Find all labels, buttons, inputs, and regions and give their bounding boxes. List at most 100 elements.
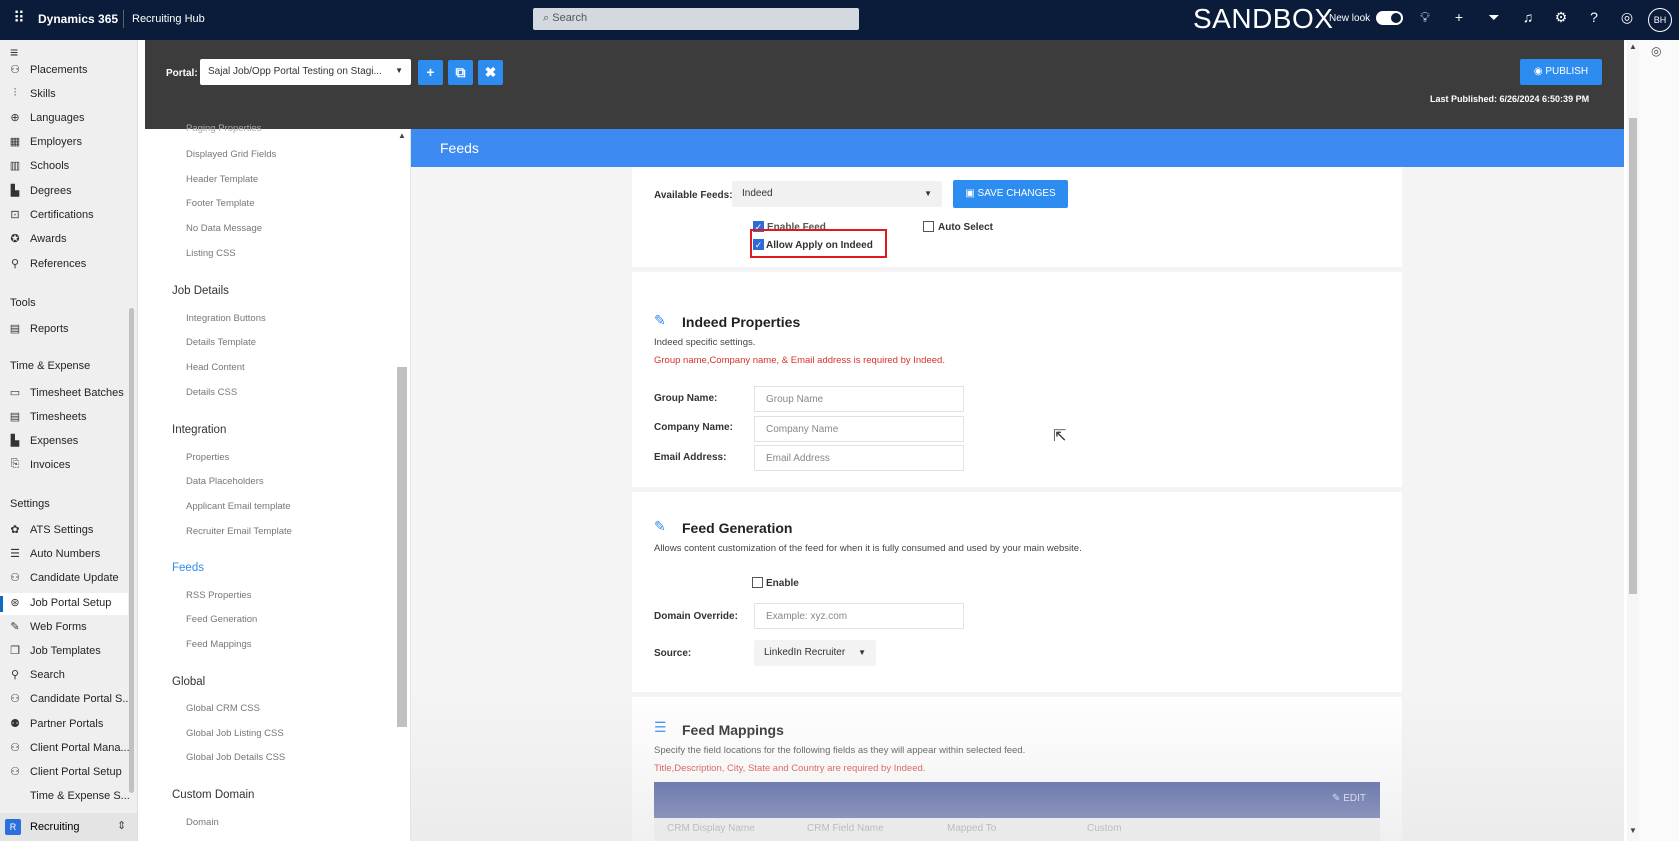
nav-item-expenses[interactable]: ▙ Expenses: [0, 431, 128, 453]
section-item[interactable]: Displayed Grid Fields: [186, 149, 276, 160]
mappings-list-icon: ☰: [654, 719, 667, 735]
save-icon: ▣: [965, 188, 975, 199]
timesheets-icon: ▤: [9, 411, 21, 423]
nav-item-timesheets[interactable]: ▤ Timesheets: [0, 407, 128, 429]
lightbulb-icon[interactable]: 💡︎: [1415, 9, 1435, 26]
section-item[interactable]: Head Content: [186, 362, 245, 373]
section-heading-custom-domain[interactable]: Custom Domain: [172, 789, 254, 801]
nav-item-candidate-portal[interactable]: ⚇ Candidate Portal S...: [0, 689, 131, 711]
section-nav-scrollbar[interactable]: [397, 367, 407, 727]
app-launcher-icon[interactable]: ⠿: [8, 8, 30, 30]
section-item[interactable]: Recruiter Email Template: [186, 526, 292, 537]
section-item[interactable]: Global Job Details CSS: [186, 752, 285, 763]
main-scrollbar[interactable]: ▲ ▼: [1627, 40, 1639, 841]
nav-item-web-forms[interactable]: ✎ Web Forms: [0, 617, 128, 639]
nav-item-references[interactable]: ⚲ References: [0, 254, 128, 276]
section-item[interactable]: Header Template: [186, 174, 258, 185]
nav-item-skills[interactable]: ⫶ Skills: [0, 84, 128, 106]
scroll-up-icon[interactable]: ▲: [1629, 42, 1637, 51]
global-search-input[interactable]: ⌕ Search: [533, 8, 859, 30]
group-name-input[interactable]: Group Name: [754, 386, 964, 412]
company-name-input[interactable]: Company Name: [754, 416, 964, 442]
section-item[interactable]: Feed Generation: [186, 614, 257, 625]
nav-item-placements[interactable]: ⚇ Placements: [0, 60, 128, 82]
nav-item-search[interactable]: ⚲ Search: [0, 665, 128, 687]
copilot-icon[interactable]: ◎: [1617, 9, 1637, 26]
nav-item-certifications[interactable]: ⊡ Certifications: [0, 205, 128, 227]
email-address-input[interactable]: Email Address: [754, 445, 964, 471]
section-item[interactable]: Details Template: [186, 337, 256, 348]
enable-generation-checkbox[interactable]: [752, 577, 763, 588]
section-item[interactable]: RSS Properties: [186, 590, 251, 601]
nav-item-schools[interactable]: ▥ Schools: [0, 156, 128, 178]
section-item[interactable]: Integration Buttons: [186, 313, 266, 324]
area-switcher[interactable]: R Recruiting ⇕: [0, 813, 137, 841]
nav-item-timesheet-batches[interactable]: ▭ Timesheet Batches: [0, 383, 128, 405]
nav-item-reports[interactable]: ▤ Reports: [0, 319, 128, 341]
nav-item-candidate-update[interactable]: ⚇ Candidate Update: [0, 568, 128, 590]
hamburger-icon[interactable]: ≡: [10, 44, 18, 60]
help-icon[interactable]: ?: [1584, 9, 1604, 25]
gear-icon[interactable]: ⚙: [1551, 9, 1571, 26]
scroll-down-icon[interactable]: ▼: [1629, 826, 1637, 835]
auto-select-checkbox[interactable]: [923, 221, 934, 232]
edit-label: EDIT: [1343, 793, 1366, 804]
group-name-label: Group Name:: [654, 393, 718, 404]
section-item[interactable]: Properties: [186, 452, 229, 463]
column-header: CRM Display Name: [667, 823, 755, 834]
section-item[interactable]: Details CSS: [186, 387, 237, 398]
timesheet-batches-icon: ▭: [9, 387, 21, 399]
section-heading-integration[interactable]: Integration: [172, 424, 226, 436]
available-feeds-select[interactable]: Indeed ▼: [732, 181, 942, 207]
nav-item-partner-portals[interactable]: ⚉ Partner Portals: [0, 714, 128, 736]
avatar[interactable]: BH: [1648, 8, 1672, 32]
section-item[interactable]: Global CRM CSS: [186, 703, 260, 714]
section-heading-global[interactable]: Global: [172, 676, 205, 688]
section-heading-job-details[interactable]: Job Details: [172, 285, 229, 297]
section-item[interactable]: No Data Message: [186, 223, 262, 234]
publish-button[interactable]: ◉ PUBLISH: [1520, 59, 1602, 85]
nav-item-degrees[interactable]: ▙ Degrees: [0, 181, 128, 203]
nav-item-languages[interactable]: ⊕ Languages: [0, 108, 128, 130]
portal-select[interactable]: Sajal Job/Opp Portal Testing on Stagi...…: [200, 59, 411, 85]
nav-item-ats-settings[interactable]: ✿ ATS Settings: [0, 520, 128, 542]
bell-icon[interactable]: ♫: [1518, 9, 1538, 25]
section-item[interactable]: Feed Mappings: [186, 639, 251, 650]
nav-item-invoices[interactable]: ⎘ Invoices: [0, 455, 128, 477]
domain-override-input[interactable]: Example: xyz.com: [754, 603, 964, 629]
left-nav-scrollbar[interactable]: [129, 308, 134, 793]
brand-title[interactable]: Dynamics 365: [38, 12, 118, 26]
add-portal-button[interactable]: +: [418, 60, 443, 85]
edit-button[interactable]: ✎ EDIT: [1332, 793, 1366, 804]
certifications-icon: ⊡: [10, 209, 20, 221]
scrollbar-thumb[interactable]: [1629, 118, 1637, 594]
section-item[interactable]: Footer Template: [186, 198, 254, 209]
nav-item-job-portal-setup[interactable]: ⊛ Job Portal Setup: [0, 593, 128, 615]
section-item[interactable]: Paging Properties: [186, 123, 262, 134]
nav-item-job-templates[interactable]: ❐ Job Templates: [0, 641, 128, 663]
nav-heading-time-expense: Time & Expense: [10, 360, 91, 372]
section-item[interactable]: Global Job Listing CSS: [186, 728, 284, 739]
plus-icon[interactable]: +: [1449, 9, 1469, 25]
section-heading-feeds[interactable]: Feeds: [172, 562, 204, 574]
delete-portal-button[interactable]: ✖: [478, 60, 503, 85]
nav-item-awards[interactable]: ✪ Awards: [0, 229, 128, 251]
app-name[interactable]: Recruiting Hub: [132, 13, 205, 25]
filter-icon[interactable]: ⏷: [1484, 9, 1504, 26]
scroll-up-icon[interactable]: ▲: [398, 131, 406, 140]
section-item[interactable]: Applicant Email template: [186, 501, 291, 512]
copilot-icon[interactable]: ◎: [1651, 44, 1661, 58]
nav-item-employers[interactable]: ▦ Employers: [0, 132, 128, 154]
copy-portal-button[interactable]: ⧉: [448, 60, 473, 85]
save-changes-button[interactable]: ▣ SAVE CHANGES: [953, 180, 1068, 208]
source-select[interactable]: LinkedIn Recruiter ▼: [754, 640, 876, 666]
edit-form-icon: ✎: [10, 621, 20, 633]
new-look-toggle[interactable]: [1376, 11, 1403, 25]
nav-item-auto-numbers[interactable]: ☰ Auto Numbers: [0, 544, 128, 566]
nav-item-time-expense-settings[interactable]: Time & Expense S...: [0, 786, 130, 808]
section-item[interactable]: Listing CSS: [186, 248, 236, 259]
nav-item-client-portal-setup[interactable]: ⚇ Client Portal Setup: [0, 762, 128, 784]
section-item[interactable]: Domain: [186, 817, 219, 828]
nav-item-client-portal-management[interactable]: ⚇ Client Portal Mana...: [0, 738, 130, 760]
section-item[interactable]: Data Placeholders: [186, 476, 264, 487]
